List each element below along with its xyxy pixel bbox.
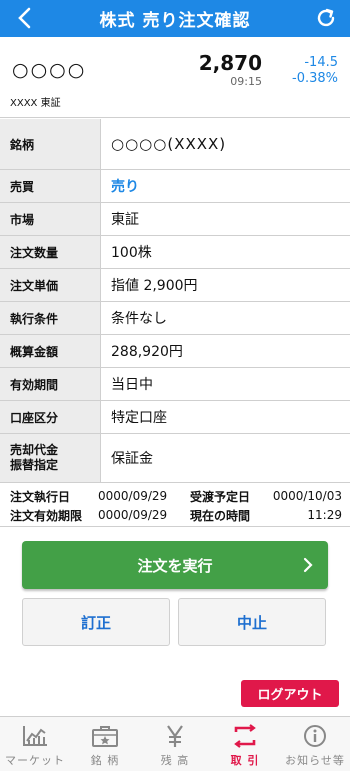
stock-price: 2,870 [198,51,262,75]
exchange-icon [234,724,256,748]
detail-value: 保証金 [111,451,153,467]
detail-label: 注文数量 [0,236,101,268]
current-time-label: 現在の時間 [190,508,251,523]
change-value: -14.5 [304,55,338,70]
detail-label: 概算金額 [0,335,101,367]
nav-label: お知らせ等 [285,754,345,767]
nav-item-stocks[interactable]: 銘 柄 [70,717,140,771]
detail-label: 銘柄 [0,119,101,169]
detail-row-proceeds-transfer: 売却代金 振替指定 保証金 [0,434,350,483]
nav-label: 取 引 [230,754,260,767]
reload-button[interactable] [314,6,338,30]
app-header: 株式 売り注文確認 [0,0,350,37]
execute-order-button[interactable]: 注文を実行 [22,541,328,589]
bottom-nav: マーケット 銘 柄 残 高 取 引 お知らせ等 [0,716,350,771]
detail-label-line1: 売却代金 [10,443,59,457]
stock-code-market: XXXX 東証 [10,98,61,109]
detail-row-unit-price: 注文単価 指値 2,900円 [0,269,350,302]
detail-value: 当日中 [111,377,153,393]
detail-label: 口座区分 [0,401,101,433]
cancel-button[interactable]: 中止 [178,598,326,646]
yen-icon [167,725,183,747]
info-icon [304,725,326,747]
detail-row-condition: 執行条件 条件なし [0,302,350,335]
detail-label: 市場 [0,203,101,235]
back-button[interactable] [12,6,36,30]
nav-item-trade[interactable]: 取 引 [210,717,280,771]
detail-label: 注文単価 [0,269,101,301]
page-title: 株式 売り注文確認 [99,11,251,31]
detail-value: 288,920円 [111,344,183,360]
detail-value: ○○○○(XXXX) [111,135,227,153]
stock-name: ○○○○ [12,59,87,81]
briefcase-icon [92,726,118,747]
reload-icon [317,8,335,27]
order-dates: 注文執行日 0000/09/29 受渡予定日 0000/10/03 注文有効期限… [0,483,350,527]
detail-row-market: 市場 東証 [0,203,350,236]
detail-label: 執行条件 [0,302,101,334]
chevron-left-icon [18,7,31,29]
detail-value: 売り [111,179,139,195]
nav-item-notices[interactable]: お知らせ等 [280,717,350,771]
price-change: -14.5 -0.38% [292,55,338,87]
valid-until-label: 注文有効期限 [10,508,83,523]
detail-row-account: 口座区分 特定口座 [0,401,350,434]
detail-label: 有効期間 [0,368,101,400]
detail-row-side: 売買 売り [0,170,350,203]
detail-value: 東証 [111,212,139,228]
nav-item-market[interactable]: マーケット [0,717,70,771]
chart-icon [23,726,47,746]
stock-summary: ○○○○ XXXX 東証 2,870 09:15 -14.5 -0.38% [0,37,350,118]
chevron-right-icon [303,557,313,573]
detail-value: 特定口座 [111,410,167,426]
execute-order-label: 注文を実行 [137,556,213,575]
detail-label: 売却代金 振替指定 [0,434,101,482]
nav-label: マーケット [5,754,65,767]
detail-row-estimated-amount: 概算金額 288,920円 [0,335,350,368]
detail-label-line2: 振替指定 [10,458,59,472]
change-percent: -0.38% [292,71,338,86]
exec-date-value: 0000/09/29 [98,489,168,503]
price-time: 09:15 [230,75,262,88]
revise-button[interactable]: 訂正 [22,598,170,646]
detail-label: 売買 [0,170,101,202]
nav-label: 残 高 [160,754,190,767]
detail-value: 指値 2,900円 [111,278,198,294]
exec-date-label: 注文執行日 [10,489,71,504]
detail-value: 条件なし [111,311,167,327]
detail-row-quantity: 注文数量 100株 [0,236,350,269]
detail-value: 100株 [111,245,152,261]
nav-label: 銘 柄 [90,754,120,767]
nav-item-balance[interactable]: 残 高 [140,717,210,771]
logout-button[interactable]: ログアウト [241,680,339,707]
order-details-table: 銘柄 ○○○○(XXXX) 売買 売り 市場 東証 注文数量 100株 注文単価… [0,119,350,483]
current-time-value: 11:29 [307,508,342,522]
settle-date-label: 受渡予定日 [190,489,251,504]
detail-row-validity: 有効期間 当日中 [0,368,350,401]
settle-date-value: 0000/10/03 [272,489,342,503]
valid-until-value: 0000/09/29 [98,508,168,522]
detail-row-stock: 銘柄 ○○○○(XXXX) [0,119,350,170]
